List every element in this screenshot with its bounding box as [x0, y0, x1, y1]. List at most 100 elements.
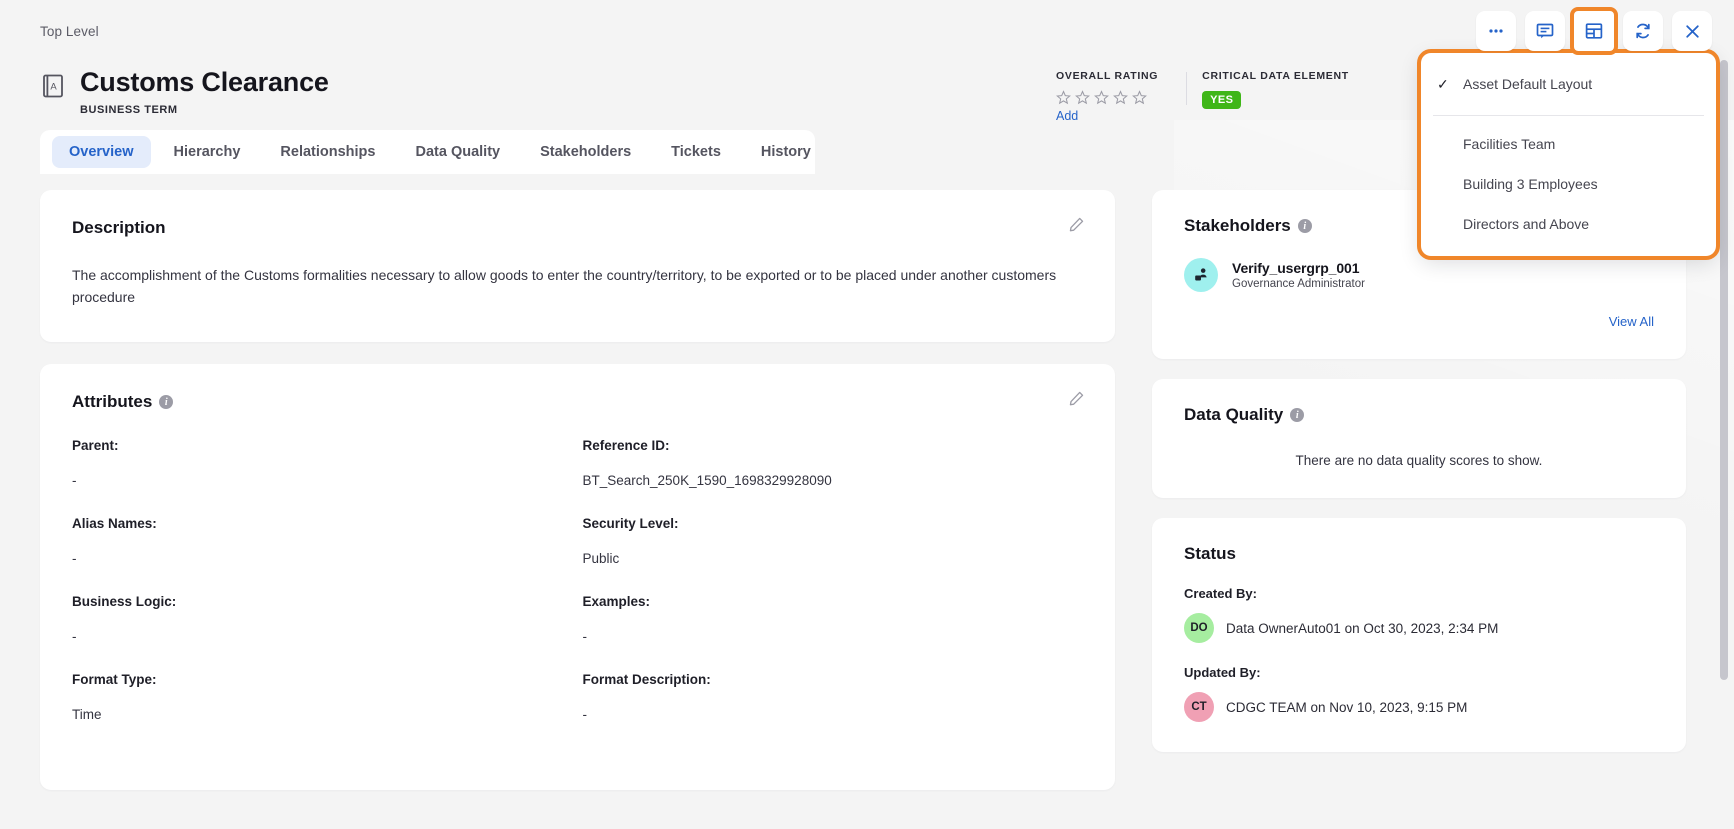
menu-item-label: Building 3 Employees	[1463, 176, 1598, 192]
close-icon	[1683, 22, 1702, 41]
svg-text:A: A	[50, 81, 57, 92]
status-badge: YES	[1202, 91, 1242, 109]
comments-button[interactable]	[1525, 11, 1565, 51]
tab-history[interactable]: History	[744, 136, 828, 168]
stakeholder-info: Verify_usergrp_001 Governance Administra…	[1232, 260, 1365, 290]
info-icon[interactable]: i	[1297, 219, 1312, 233]
attribute-key: Examples:	[582, 594, 651, 609]
top-toolbar	[1476, 7, 1712, 55]
overall-rating-block: OVERALL RATING Add	[1040, 70, 1186, 123]
attribute-value: -	[582, 707, 588, 722]
star-icon[interactable]	[1075, 90, 1090, 105]
attribute-key: Business Logic:	[72, 594, 177, 609]
attribute-key: Alias Names:	[72, 516, 157, 531]
attribute-key: Format Description:	[582, 672, 711, 687]
data-quality-empty-text: There are no data quality scores to show…	[1295, 453, 1543, 468]
attribute-value: -	[72, 551, 77, 566]
stakeholders-title-text: Stakeholders	[1184, 216, 1291, 235]
star-icon[interactable]	[1113, 90, 1128, 105]
attribute-value: Public	[582, 551, 620, 566]
attribute-key: Parent:	[72, 438, 119, 453]
data-quality-title-text: Data Quality	[1184, 405, 1284, 424]
page-header: A Customs Clearance	[40, 66, 329, 100]
status-title: Status	[1184, 544, 1236, 563]
attribute-value: BT_Search_250K_1590_1698329928090	[582, 473, 832, 488]
menu-item-label: Facilities Team	[1463, 136, 1556, 152]
edit-attributes-button[interactable]	[1068, 390, 1085, 412]
attribute-key: Reference ID:	[582, 438, 670, 453]
data-quality-card: Data Quality i There are no data quality…	[1152, 379, 1686, 498]
star-icon[interactable]	[1056, 90, 1071, 105]
more-options-button[interactable]	[1476, 11, 1516, 51]
tab-data-quality[interactable]: Data Quality	[398, 136, 517, 168]
layout-list: Facilities Team Building 3 Employees Dir…	[1421, 116, 1716, 256]
scrollbar-thumb[interactable]	[1720, 60, 1728, 680]
created-by-text: Data OwnerAuto01 on Oct 30, 2023, 2:34 P…	[1226, 620, 1499, 636]
critical-data-element-block: CRITICAL DATA ELEMENT YES	[1186, 70, 1377, 109]
description-text: The accomplishment of the Customs formal…	[72, 267, 1057, 305]
add-rating-link[interactable]: Add	[1056, 109, 1158, 123]
attribute-business-logic: Business Logic: -	[72, 594, 573, 644]
description-title: Description	[72, 218, 166, 237]
view-all-stakeholders-link[interactable]: View All	[1184, 314, 1654, 329]
edit-description-button[interactable]	[1068, 216, 1085, 238]
ellipsis-icon	[1487, 22, 1505, 40]
avatar: CT	[1184, 692, 1214, 722]
layout-button[interactable]	[1570, 7, 1618, 55]
avatar: DO	[1184, 613, 1214, 643]
tab-bar: Overview Hierarchy Relationships Data Qu…	[40, 130, 815, 174]
attributes-title-text: Attributes	[72, 392, 153, 411]
menu-item-asset-default-layout[interactable]: ✓ Asset Default Layout	[1421, 64, 1716, 104]
stakeholder-role: Governance Administrator	[1232, 278, 1365, 290]
layout-dropdown-menu: ✓ Asset Default Layout Facilities Team B…	[1417, 49, 1720, 260]
close-button[interactable]	[1672, 11, 1712, 51]
layout-grid-icon	[1584, 21, 1604, 41]
attribute-value: -	[72, 629, 77, 644]
rating-stars[interactable]	[1056, 90, 1158, 105]
created-by-label: Created By:	[1184, 586, 1257, 601]
overall-rating-label: OVERALL RATING	[1056, 70, 1159, 82]
attribute-reference-id: Reference ID: BT_Search_250K_1590_169832…	[583, 438, 1084, 488]
attribute-examples: Examples: -	[583, 594, 1084, 644]
star-icon[interactable]	[1132, 90, 1147, 105]
attribute-security-level: Security Level: Public	[583, 516, 1084, 566]
asset-detail-page: Top Level ✓ Asset Default Layout Facilit…	[0, 0, 1734, 829]
updated-by-row: CT CDGC TEAM on Nov 10, 2023, 9:15 PM	[1184, 692, 1654, 722]
asset-meta-strip: OVERALL RATING Add CRITICAL DATA ELEMENT…	[1040, 70, 1377, 134]
menu-item-label: Asset Default Layout	[1463, 76, 1593, 92]
attribute-value: Time	[72, 707, 102, 722]
tab-overview[interactable]: Overview	[52, 136, 151, 168]
attributes-title: Attributes i	[72, 392, 1083, 412]
attribute-format-description: Format Description: -	[583, 672, 1084, 722]
created-by-row: DO Data OwnerAuto01 on Oct 30, 2023, 2:3…	[1184, 613, 1654, 643]
attributes-grid: Parent: - Reference ID: BT_Search_250K_1…	[72, 438, 1083, 750]
vertical-scrollbar[interactable]	[1720, 60, 1728, 765]
attribute-key: Format Type:	[72, 672, 157, 687]
comment-icon	[1535, 21, 1555, 41]
menu-item-facilities-team[interactable]: Facilities Team	[1421, 124, 1716, 164]
user-group-icon	[1184, 258, 1218, 292]
refresh-icon	[1633, 21, 1653, 41]
info-icon[interactable]: i	[1290, 408, 1305, 422]
info-icon[interactable]: i	[159, 395, 174, 409]
tab-relationships[interactable]: Relationships	[263, 136, 392, 168]
data-quality-title: Data Quality i	[1184, 405, 1654, 425]
stakeholder-row[interactable]: Verify_usergrp_001 Governance Administra…	[1184, 258, 1654, 292]
refresh-button[interactable]	[1623, 11, 1663, 51]
tab-stakeholders[interactable]: Stakeholders	[523, 136, 648, 168]
tab-tickets[interactable]: Tickets	[654, 136, 738, 168]
attribute-format-type: Format Type: Time	[72, 672, 573, 722]
attribute-parent: Parent: -	[72, 438, 573, 488]
right-sidebar: Stakeholders i Verify_usergrp_001 Govern…	[1152, 190, 1686, 752]
breadcrumb[interactable]: Top Level	[40, 24, 99, 39]
description-card: Description The accomplishment of the Cu…	[40, 190, 1115, 342]
menu-item-building-3-employees[interactable]: Building 3 Employees	[1421, 164, 1716, 204]
status-card: Status Created By: DO Data OwnerAuto01 o…	[1152, 518, 1686, 752]
attributes-card: Attributes i Parent: - Reference ID: BT_…	[40, 364, 1115, 790]
tab-hierarchy[interactable]: Hierarchy	[157, 136, 258, 168]
attribute-alias-names: Alias Names: -	[72, 516, 573, 566]
attribute-value: -	[72, 473, 77, 488]
menu-item-directors-and-above[interactable]: Directors and Above	[1421, 204, 1716, 244]
star-icon[interactable]	[1094, 90, 1109, 105]
asset-type-label: BUSINESS TERM	[80, 104, 178, 116]
